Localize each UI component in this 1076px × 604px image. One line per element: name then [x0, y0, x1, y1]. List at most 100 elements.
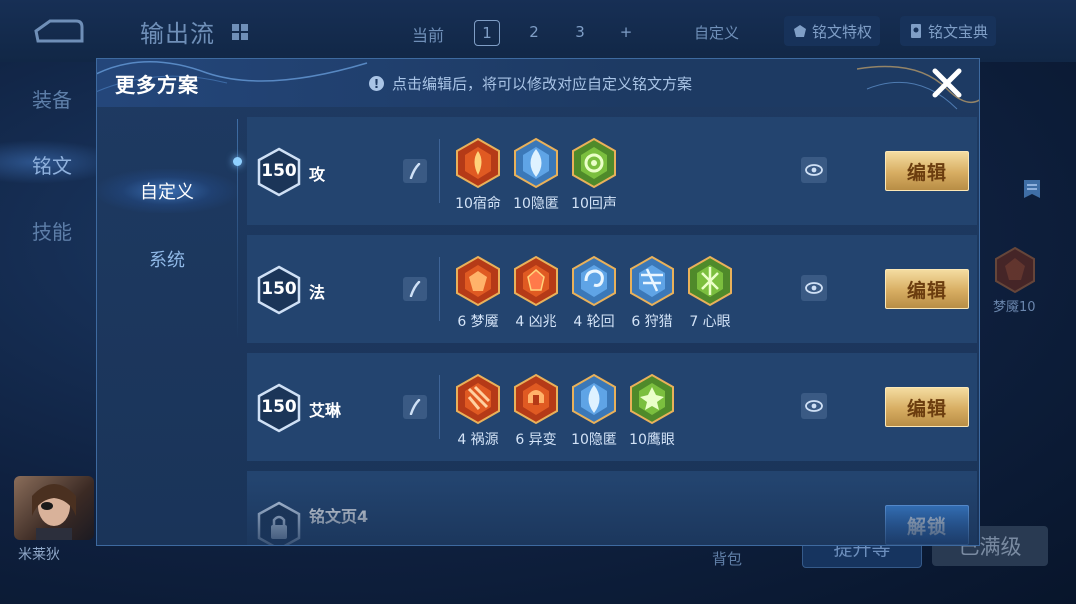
rune-item[interactable]: 4 祸源	[449, 373, 507, 449]
rune-item[interactable]: 10回声	[565, 137, 623, 213]
edit-button[interactable]: 编辑	[885, 151, 969, 191]
modal-title: 更多方案	[115, 73, 199, 97]
rune-item[interactable]: 7 心眼	[681, 255, 739, 331]
right-rune-label: 梦魇10	[993, 300, 1036, 315]
row-divider	[439, 257, 440, 321]
tab-system[interactable]: 系统	[97, 237, 237, 281]
rune-item[interactable]: 10隐匿	[565, 373, 623, 449]
custom-label[interactable]: 自定义	[694, 22, 739, 43]
rune-item[interactable]: 6 异变	[507, 373, 565, 449]
rename-button[interactable]	[403, 395, 427, 419]
close-button[interactable]	[925, 63, 969, 103]
rune-label: 6 异变	[515, 432, 557, 448]
more-schemes-modal: 更多方案 ! 点击编辑后，将可以修改对应自定义铭文方案 自定义 系统 150 攻	[96, 58, 980, 546]
codex-icon	[911, 24, 921, 38]
rune-item[interactable]: 10鹰眼	[623, 373, 681, 449]
rename-button[interactable]	[403, 277, 427, 301]
pen-icon	[409, 163, 421, 179]
nightmare-rune-icon	[456, 255, 500, 307]
active-tab-indicator	[233, 157, 242, 166]
preview-button[interactable]	[801, 393, 827, 419]
side-tab-skills[interactable]: 技能	[32, 216, 72, 245]
pen-icon	[409, 281, 421, 297]
edit-button[interactable]: 编辑	[885, 387, 969, 427]
rune-label: 10回声	[571, 196, 617, 212]
eye-icon	[805, 164, 823, 176]
rune-label: 10隐匿	[571, 432, 617, 448]
rune-label: 7 心眼	[689, 314, 731, 330]
omen-rune-icon	[514, 255, 558, 307]
rune-item[interactable]: 10宿命	[449, 137, 507, 213]
rune-level: 150	[261, 279, 297, 299]
hunt-rune-icon	[630, 255, 674, 307]
edit-button[interactable]: 编辑	[885, 269, 969, 309]
edit-notice: ! 点击编辑后，将可以修改对应自定义铭文方案	[369, 73, 692, 94]
stealth-rune-icon	[514, 137, 558, 189]
pen-icon	[409, 399, 421, 415]
rename-button[interactable]	[403, 159, 427, 183]
rune-item[interactable]: 4 凶兆	[507, 255, 565, 331]
reincarnation-rune-icon	[572, 255, 616, 307]
grid-icon[interactable]	[232, 24, 248, 40]
stealth-rune-icon	[572, 373, 616, 425]
lock-icon	[257, 501, 301, 545]
calamity-rune-icon	[456, 373, 500, 425]
loadout-title: 输出流	[140, 20, 215, 48]
scheme-row-locked: 铭文页4 解锁	[247, 471, 977, 545]
rune-label: 6 梦魇	[457, 314, 499, 330]
back-arrow-icon[interactable]	[28, 18, 84, 44]
close-icon	[932, 68, 962, 98]
mind-eye-rune-icon	[688, 255, 732, 307]
echo-rune-icon	[572, 137, 616, 189]
edit-notice-text: 点击编辑后，将可以修改对应自定义铭文方案	[392, 75, 693, 93]
rune-label: 10宿命	[455, 196, 501, 212]
rune-item[interactable]: 10隐匿	[507, 137, 565, 213]
rune-codex-label: 铭文宝典	[928, 22, 989, 41]
tab-custom[interactable]: 自定义	[97, 169, 237, 213]
scheme-name: 铭文页4	[309, 507, 369, 526]
list-icon[interactable]	[1022, 178, 1042, 200]
rune-label: 4 凶兆	[515, 314, 557, 330]
unlock-button[interactable]: 解锁	[885, 505, 969, 545]
scheme-name: 攻	[309, 165, 326, 184]
row-divider	[439, 375, 440, 439]
scheme-row: 150 法 6 梦魇 4 凶兆 4 轮回 6 狩猎 7 心眼 编辑	[247, 235, 977, 343]
rune-level: 150	[261, 397, 297, 417]
side-tab-equipment[interactable]: 装备	[32, 84, 72, 113]
scheme-row: 150 艾琳 4 祸源 6 异变 10隐匿 10鹰眼 编辑	[247, 353, 977, 461]
preview-button[interactable]	[801, 275, 827, 301]
eye-icon	[805, 400, 823, 412]
info-icon: !	[369, 76, 384, 91]
scheme-name: 艾琳	[309, 401, 342, 420]
rune-item[interactable]: 6 梦魇	[449, 255, 507, 331]
hero-avatar[interactable]	[14, 476, 94, 540]
mutation-rune-icon	[514, 373, 558, 425]
avatar-portrait-icon	[32, 484, 76, 540]
rune-label: 10鹰眼	[629, 432, 675, 448]
tab-divider	[237, 119, 238, 339]
current-label: 当前	[412, 26, 445, 45]
rune-item[interactable]: 6 狩猎	[623, 255, 681, 331]
rune-codex-button[interactable]: 铭文宝典	[900, 16, 997, 46]
rune-label: 10隐匿	[513, 196, 559, 212]
rune-privilege-label: 铭文特权	[812, 22, 873, 41]
page-tab-3[interactable]: 3	[568, 20, 592, 44]
scheme-name: 法	[309, 283, 326, 302]
rune-privilege-button[interactable]: 铭文特权	[784, 16, 881, 46]
rune-label: 6 狩猎	[631, 314, 673, 330]
rune-level: 150	[261, 161, 297, 181]
rune-item[interactable]: 4 轮回	[565, 255, 623, 331]
eye-icon	[805, 282, 823, 294]
row-divider	[439, 139, 440, 203]
page-tab-2[interactable]: 2	[522, 20, 546, 44]
privilege-icon	[794, 25, 806, 37]
fate-rune-icon	[456, 137, 500, 189]
backpack-label[interactable]: 背包	[712, 548, 742, 569]
add-page-button[interactable]: +	[614, 20, 638, 44]
nightmare-rune-icon	[995, 246, 1035, 294]
eagle-eye-rune-icon	[630, 373, 674, 425]
page-tab-1[interactable]: 1	[474, 20, 500, 46]
rune-label: 4 轮回	[573, 314, 615, 330]
preview-button[interactable]	[801, 157, 827, 183]
side-tab-runes[interactable]: 铭文	[32, 150, 72, 179]
